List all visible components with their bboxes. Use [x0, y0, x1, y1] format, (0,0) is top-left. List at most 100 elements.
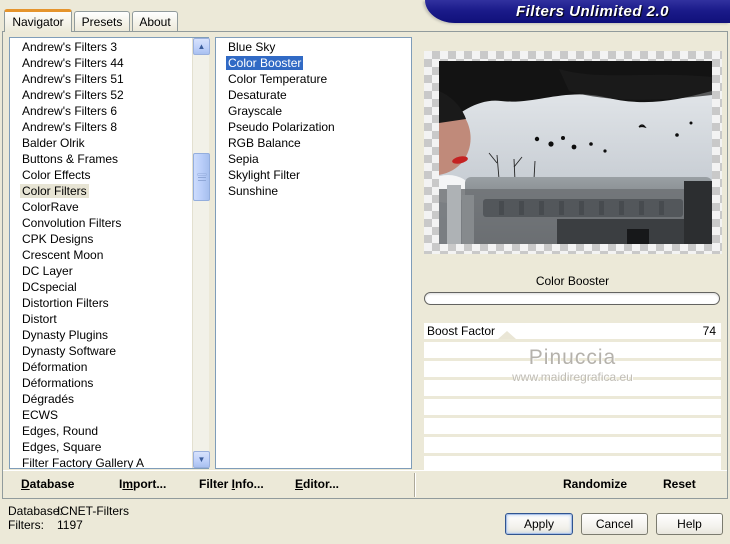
category-item-edges-square[interactable]: Edges, Square [12, 439, 190, 455]
list-item-label: Color Filters [20, 184, 89, 198]
category-item-distort[interactable]: Distort [12, 311, 190, 327]
category-item-dynasty-software[interactable]: Dynasty Software [12, 343, 190, 359]
toolbar: Database Import... Filter Info... Editor… [3, 470, 727, 498]
cancel-button[interactable]: Cancel [581, 513, 648, 535]
filter-item-skylight-filter[interactable]: Skylight Filter [218, 167, 409, 183]
list-item-label: Dégradés [22, 392, 75, 406]
preview-image [439, 61, 712, 244]
filter-item-sunshine[interactable]: Sunshine [218, 183, 409, 199]
category-item-dc-layer[interactable]: DC Layer [12, 263, 190, 279]
scroll-up-icon[interactable]: ▲ [193, 38, 210, 55]
param-value: 74 [702, 324, 716, 338]
button-access-key: D [21, 477, 30, 491]
tab-navigator[interactable]: Navigator [4, 9, 72, 32]
category-item-dynasty-plugins[interactable]: Dynasty Plugins [12, 327, 190, 343]
list-item-label: Andrew's Filters 44 [22, 56, 124, 70]
filter-item-sepia[interactable]: Sepia [218, 151, 409, 167]
editor-button[interactable]: Editor... [295, 477, 339, 491]
import-button[interactable]: Import... [119, 477, 166, 491]
filter-item-blue-sky[interactable]: Blue Sky [218, 39, 409, 55]
slider-marker-icon[interactable] [498, 331, 517, 339]
filter-item-rgb-balance[interactable]: RGB Balance [218, 135, 409, 151]
category-list-scrollbar[interactable]: ▲ ▼ [192, 38, 210, 468]
category-item-d-formation[interactable]: Déformation [12, 359, 190, 375]
category-list[interactable]: Andrew's Filters 3 Andrew's Filters 44 And… [9, 37, 209, 469]
category-item-colorrave[interactable]: ColorRave [12, 199, 190, 215]
randomize-button[interactable]: Randomize [563, 477, 627, 491]
button-label: Filter [199, 477, 232, 491]
progress-bar [424, 292, 720, 305]
param-slot-empty [424, 380, 721, 396]
category-item-d-grad-s[interactable]: Dégradés [12, 391, 190, 407]
param-slot-empty [424, 361, 721, 377]
category-item-andrew-s-filters-52[interactable]: Andrew's Filters 52 [12, 87, 190, 103]
category-item-andrew-s-filters-6[interactable]: Andrew's Filters 6 [12, 103, 190, 119]
help-button[interactable]: Help [656, 513, 723, 535]
category-item-cpk-designs[interactable]: CPK Designs [12, 231, 190, 247]
list-item-label: Andrew's Filters 8 [22, 120, 117, 134]
category-item-dcspecial[interactable]: DCspecial [12, 279, 190, 295]
param-slot-empty [424, 456, 721, 470]
param-slot-empty [424, 399, 721, 415]
list-item-label: Desaturate [228, 88, 287, 102]
filter-item-grayscale[interactable]: Grayscale [218, 103, 409, 119]
filter-item-pseudo-polarization[interactable]: Pseudo Polarization [218, 119, 409, 135]
param-slot-empty [424, 418, 721, 434]
scrollbar-thumb[interactable] [193, 153, 210, 201]
filters-count-label: Filters: [8, 518, 44, 532]
list-item-label: ColorRave [22, 200, 79, 214]
list-item-label: Andrew's Filters 3 [22, 40, 117, 54]
list-item-label: Skylight Filter [228, 168, 301, 182]
list-item-label: Convolution Filters [22, 216, 122, 230]
toolbar-divider [414, 473, 416, 497]
category-item-color-filters[interactable]: Color Filters [12, 183, 190, 199]
parameter-area: Boost Factor 74 [424, 323, 721, 470]
filter-list[interactable]: Blue Sky Color Booster Color Temperature De… [215, 37, 412, 469]
apply-button-label: Apply [523, 517, 555, 531]
button-access-key: m [122, 477, 134, 491]
cancel-button-label: Cancel [595, 517, 634, 531]
button-access-key: E [295, 477, 304, 491]
list-item-label: Dynasty Plugins [22, 328, 109, 342]
button-label: atabase [29, 477, 75, 491]
database-status-value: ICNET-Filters [57, 504, 129, 518]
filter-item-color-temperature[interactable]: Color Temperature [218, 71, 409, 87]
scroll-down-icon[interactable]: ▼ [193, 451, 210, 468]
category-item-buttons-frames[interactable]: Buttons & Frames [12, 151, 190, 167]
category-item-convolution-filters[interactable]: Convolution Filters [12, 215, 190, 231]
category-item-d-formations[interactable]: Déformations [12, 375, 190, 391]
category-item-andrew-s-filters-3[interactable]: Andrew's Filters 3 [12, 39, 190, 55]
database-button[interactable]: Database [21, 477, 74, 491]
filter-item-color-booster[interactable]: Color Booster [218, 55, 409, 71]
preview-transparency-checkerboard [424, 51, 722, 254]
filters-count-value: 1197 [57, 518, 83, 532]
help-button-label: Help [677, 517, 702, 531]
category-item-balder-olrik[interactable]: Balder Olrik [12, 135, 190, 151]
category-item-color-effects[interactable]: Color Effects [12, 167, 190, 183]
filter-info-button[interactable]: Filter Info... [199, 477, 264, 491]
button-label: Reset [663, 477, 696, 491]
param-slider-boost-factor[interactable]: Boost Factor 74 [424, 323, 721, 339]
list-item-label: Dynasty Software [22, 344, 117, 358]
category-item-edges-round[interactable]: Edges, Round [12, 423, 190, 439]
button-label: ditor... [303, 477, 340, 491]
list-item-label: DCspecial [22, 280, 77, 294]
category-item-distortion-filters[interactable]: Distortion Filters [12, 295, 190, 311]
category-item-andrew-s-filters-8[interactable]: Andrew's Filters 8 [12, 119, 190, 135]
category-item-crescent-moon[interactable]: Crescent Moon [12, 247, 190, 263]
category-item-ecws[interactable]: ECWS [12, 407, 190, 423]
tab-presets[interactable]: Presets [74, 11, 130, 32]
category-item-filter-factory-gallery-a[interactable]: Filter Factory Gallery A [12, 455, 190, 468]
apply-button[interactable]: Apply [505, 513, 573, 535]
tab-navigator-label: Navigator [12, 15, 64, 29]
category-item-andrew-s-filters-44[interactable]: Andrew's Filters 44 [12, 55, 190, 71]
list-item-label: ECWS [22, 408, 58, 422]
filter-item-desaturate[interactable]: Desaturate [218, 87, 409, 103]
category-item-andrew-s-filters-51[interactable]: Andrew's Filters 51 [12, 71, 190, 87]
list-item-label: Andrew's Filters 52 [22, 88, 124, 102]
button-label: Randomize [563, 477, 628, 491]
tab-presets-label: Presets [81, 15, 123, 29]
tab-about[interactable]: About [132, 11, 178, 32]
reset-button[interactable]: Reset [663, 477, 696, 491]
list-item-label: Edges, Round [22, 424, 99, 438]
